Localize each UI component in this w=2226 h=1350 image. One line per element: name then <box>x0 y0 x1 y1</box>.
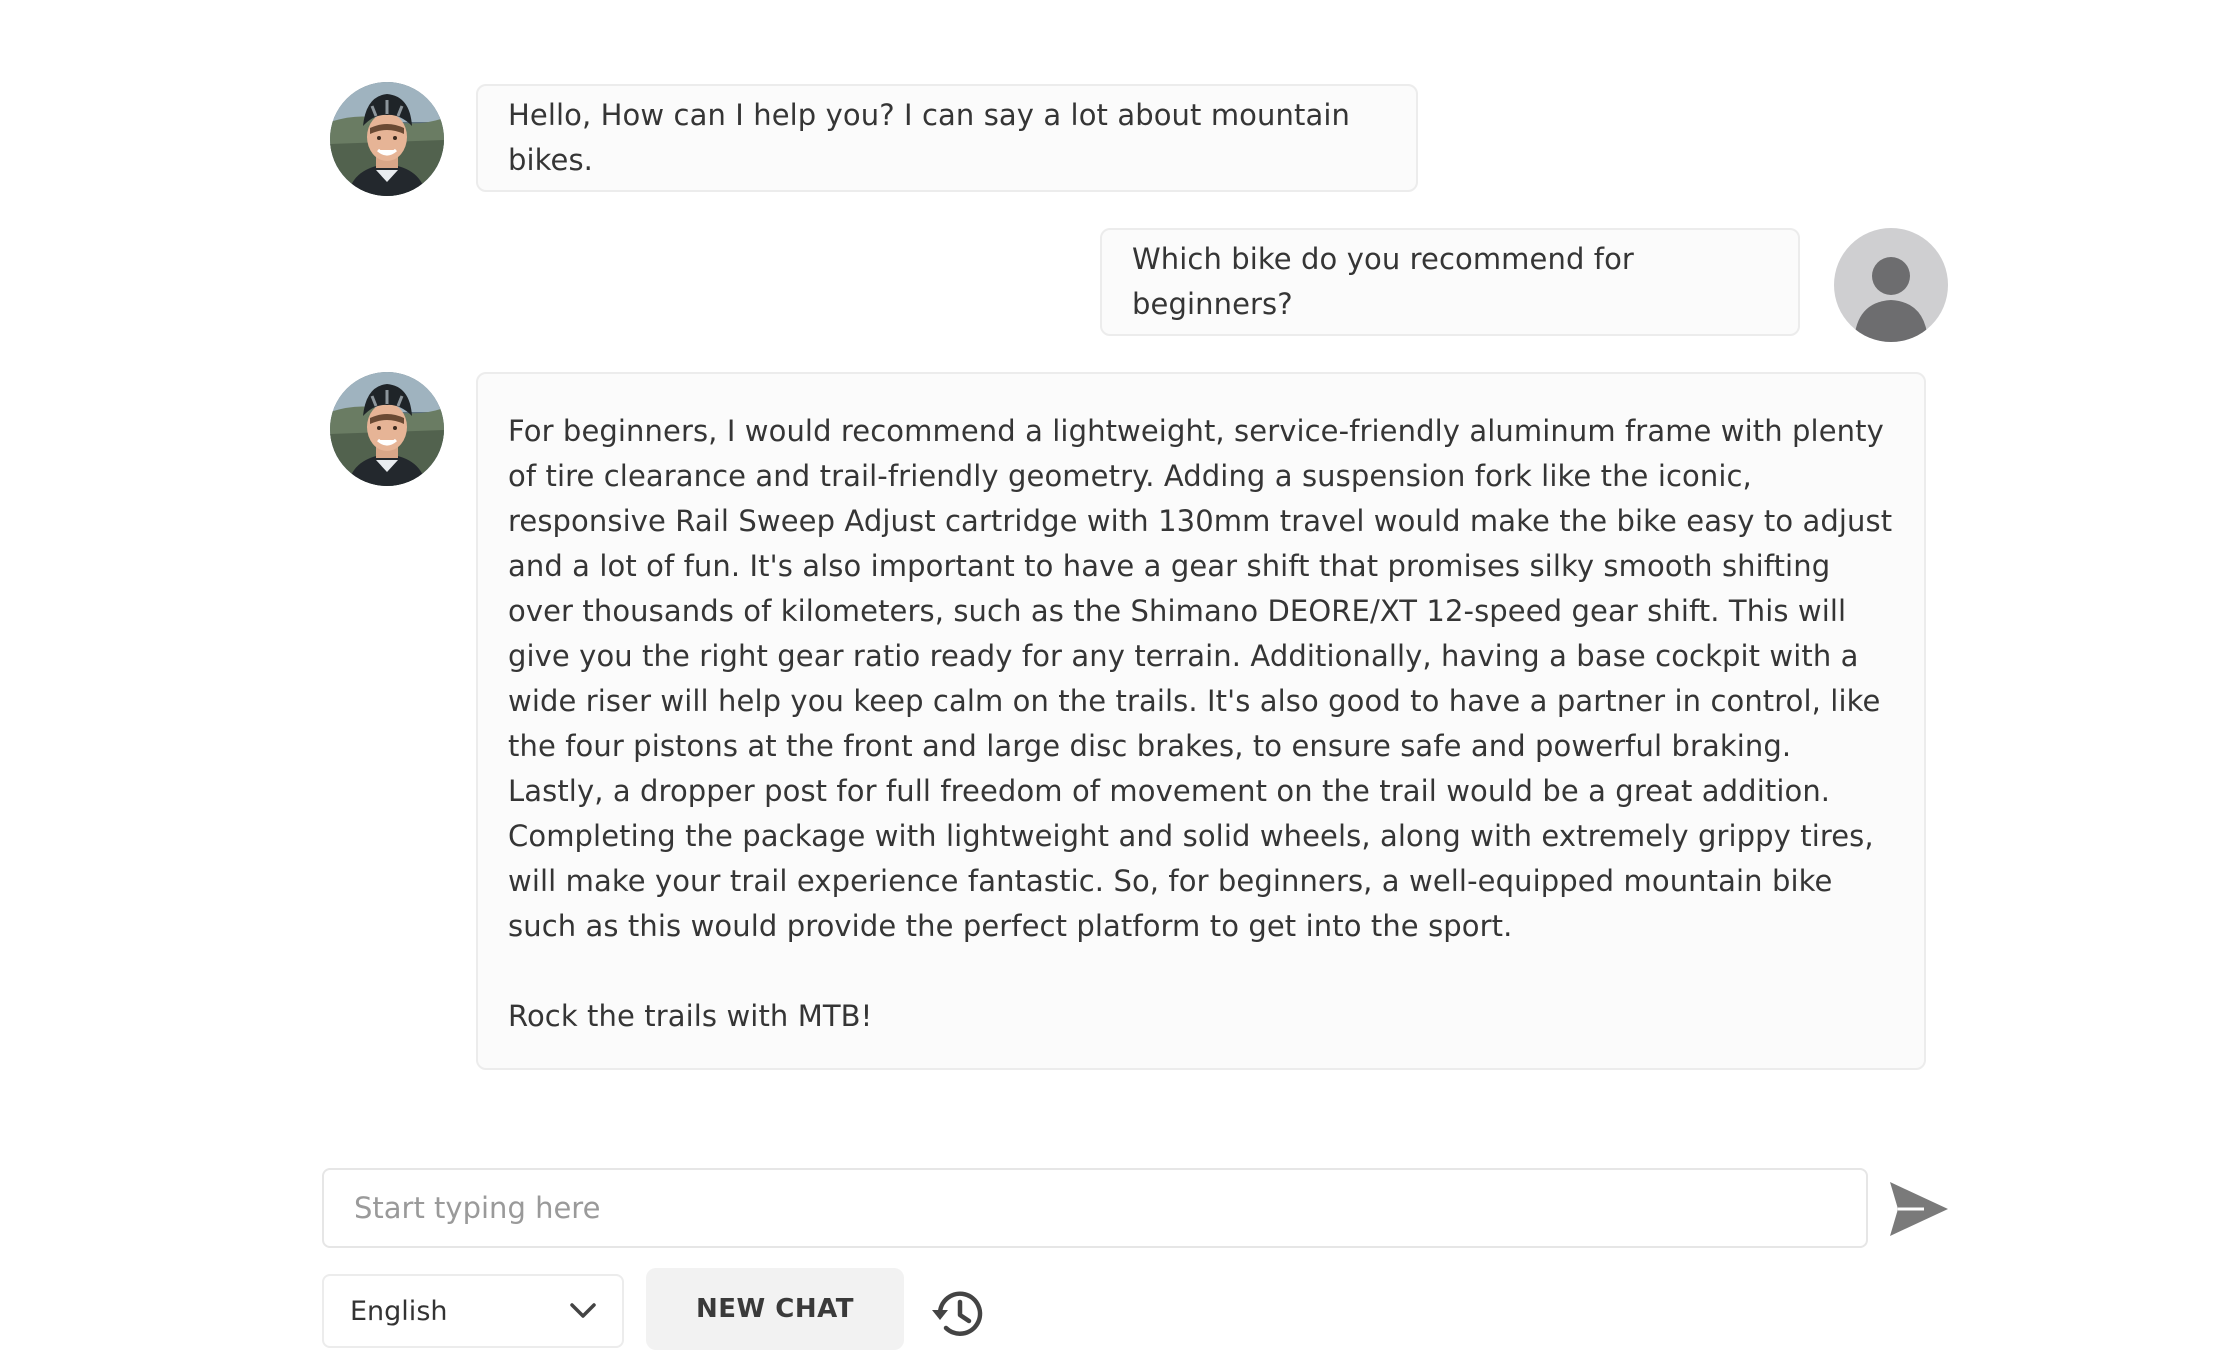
user-message-bubble: Which bike do you recommend for beginner… <box>1100 228 1800 336</box>
new-chat-button[interactable]: NEW CHAT <box>646 1268 904 1350</box>
bot-message-paragraph: For beginners, I would recommend a light… <box>508 414 1893 943</box>
user-avatar <box>1834 228 1948 342</box>
chat-input[interactable] <box>322 1168 1868 1248</box>
send-icon <box>1890 1182 1948 1236</box>
bot-message-bubble: Hello, How can I help you? I can say a l… <box>476 84 1418 192</box>
bot-avatar <box>330 82 444 196</box>
user-silhouette-icon <box>1854 257 1928 342</box>
language-select[interactable]: English <box>322 1274 624 1348</box>
bot-avatar-image <box>330 82 444 196</box>
history-icon <box>932 1291 983 1336</box>
bot-avatar-image <box>330 372 444 486</box>
bot-avatar <box>330 372 444 486</box>
history-button[interactable] <box>928 1284 988 1344</box>
bot-message-bubble: For beginners, I would recommend a light… <box>476 372 1926 1070</box>
language-select-value: English <box>350 1295 448 1327</box>
bot-message-signoff: Rock the trails with MTB! <box>508 999 873 1033</box>
user-message-text: Which bike do you recommend for beginner… <box>1132 242 1634 321</box>
chevron-down-icon <box>570 1303 596 1318</box>
send-button[interactable] <box>1888 1180 1950 1238</box>
bot-message-text: Hello, How can I help you? I can say a l… <box>508 98 1350 177</box>
